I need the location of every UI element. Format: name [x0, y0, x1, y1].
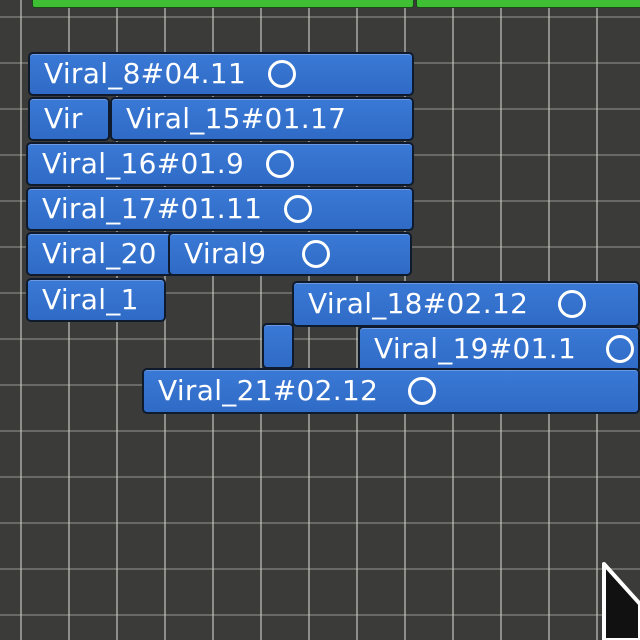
region-viral-8[interactable]: Viral_8#04.11: [28, 52, 414, 96]
circle-icon[interactable]: [268, 60, 297, 88]
region-label: Viral_1: [42, 283, 139, 316]
region-viral-20[interactable]: Viral_20: [26, 232, 176, 276]
region-label: Viral_15#01.17: [126, 102, 347, 135]
region-vir[interactable]: Vir: [28, 97, 110, 141]
region-viral-1[interactable]: Viral_1: [26, 278, 166, 322]
region-label: Viral_21#02.12: [158, 374, 379, 407]
region-label: Viral_16#01.9: [42, 147, 245, 180]
circle-icon[interactable]: [266, 150, 295, 178]
region-viral-21[interactable]: Viral_21#02.12: [142, 368, 640, 414]
region-viral-15[interactable]: Viral_15#01.17: [110, 97, 414, 141]
region-label: Viral_17#01.11: [42, 192, 263, 225]
top-track-region-right[interactable]: [416, 0, 640, 8]
circle-icon[interactable]: [408, 377, 437, 405]
region-label: Viral_18#02.12: [308, 287, 529, 320]
circle-icon[interactable]: [558, 290, 587, 318]
circle-icon[interactable]: [606, 335, 635, 363]
region-viral-16[interactable]: Viral_16#01.9: [26, 142, 414, 186]
timeline-grid[interactable]: Viral_8#04.11 Vir Viral_15#01.17 Viral_1…: [0, 0, 640, 640]
region-viral-19[interactable]: Viral_19#01.1: [358, 326, 640, 372]
region-label: Viral_19#01.1: [374, 332, 577, 365]
region-viral-9[interactable]: Viral9: [168, 232, 412, 276]
region-viral-18[interactable]: Viral_18#02.12: [292, 281, 640, 327]
region-short[interactable]: [262, 323, 294, 369]
top-track-region-left[interactable]: [32, 0, 414, 8]
region-viral-17[interactable]: Viral_17#01.11: [26, 187, 414, 231]
mouse-cursor-icon: [602, 562, 640, 640]
region-label: Viral_20: [42, 237, 157, 270]
circle-icon[interactable]: [302, 240, 331, 268]
circle-icon[interactable]: [284, 195, 313, 223]
region-label: Viral_8#04.11: [44, 57, 247, 90]
region-label: Viral9: [184, 237, 267, 270]
region-label: Vir: [44, 102, 83, 135]
